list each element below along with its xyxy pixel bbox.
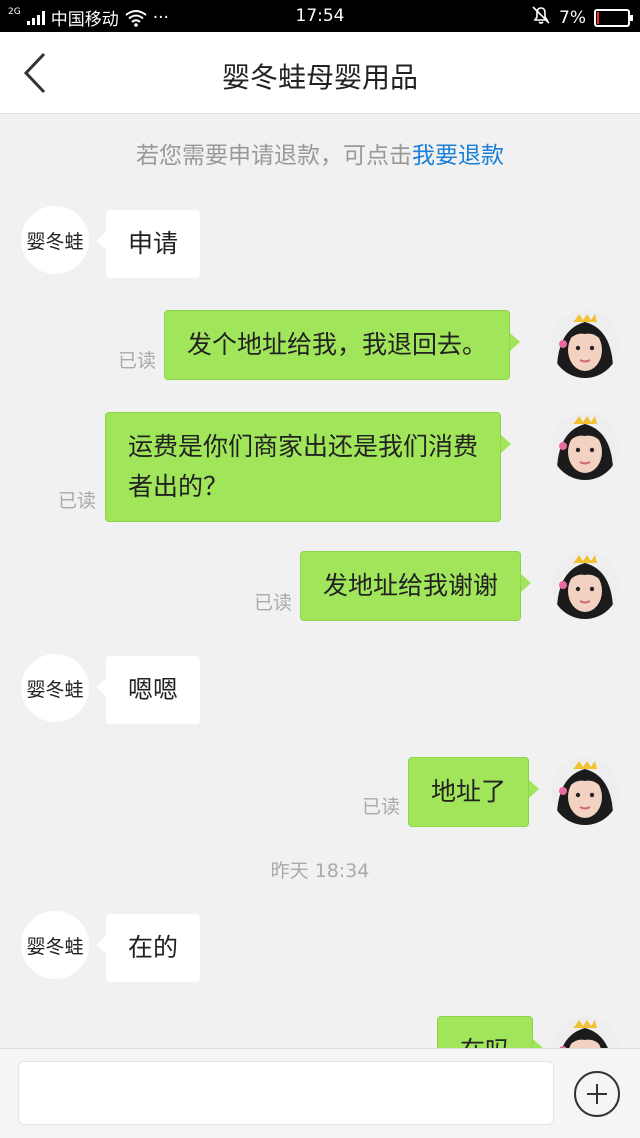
message-list[interactable]: 若您需要申请退款，可点击我要退款 婴冬蛙 申请 已读 发个地址给我，我退回去。 … — [0, 114, 640, 1048]
battery-icon — [594, 8, 633, 27]
user-face-icon — [551, 412, 619, 480]
chat-header: 婴冬蛙母婴用品 — [0, 32, 640, 114]
outgoing-message[interactable]: 发个地址给我，我退回去。 — [164, 310, 521, 380]
message-input[interactable] — [18, 1061, 554, 1125]
page-title: 婴冬蛙母婴用品 — [221, 61, 418, 94]
message-line: 者出的？ — [128, 472, 229, 501]
mute-bell-icon — [531, 5, 551, 30]
user-avatar[interactable] — [551, 757, 619, 825]
user-face-icon — [551, 551, 619, 619]
outgoing-message[interactable]: 在吗 — [437, 1016, 544, 1048]
user-face-icon — [551, 1016, 619, 1048]
outgoing-message[interactable]: 地址了 — [408, 757, 540, 827]
input-bar — [0, 1048, 640, 1138]
outgoing-message[interactable]: 运费是你们商家出还是我们消费 者出的？ — [105, 412, 512, 522]
status-bar: 2G 中国移动 ··· 17:54 7% — [0, 0, 640, 32]
user-face-icon — [551, 757, 619, 825]
outgoing-message[interactable]: 发地址给我谢谢 — [300, 551, 532, 621]
read-receipt: 已读 — [118, 350, 157, 372]
read-receipt: 已读 — [58, 490, 97, 512]
incoming-message[interactable]: 在的 — [95, 914, 201, 982]
user-avatar[interactable] — [551, 1016, 619, 1048]
incoming-message[interactable]: 嗯嗯 — [95, 656, 201, 724]
refund-notice: 若您需要申请退款，可点击我要退款 — [0, 136, 640, 170]
user-avatar[interactable] — [551, 310, 619, 378]
battery-percent: 7% — [559, 7, 586, 28]
message-timestamp: 昨天 18:34 — [270, 860, 370, 882]
incoming-message[interactable]: 申请 — [95, 210, 201, 278]
shop-avatar[interactable]: 婴冬蛙 — [21, 654, 89, 722]
user-face-icon — [551, 310, 619, 378]
shop-avatar[interactable]: 婴冬蛙 — [21, 911, 89, 979]
message-line: 运费是你们商家出还是我们消费 — [128, 432, 479, 461]
refund-link[interactable]: 我要退款 — [412, 143, 504, 169]
user-avatar[interactable] — [551, 412, 619, 480]
shop-avatar[interactable]: 婴冬蛙 — [21, 206, 89, 274]
user-avatar[interactable] — [551, 551, 619, 619]
battery-level — [597, 11, 599, 24]
read-receipt: 已读 — [254, 592, 293, 614]
read-receipt: 已读 — [362, 796, 401, 818]
refund-notice-text: 若您需要申请退款，可点击 — [136, 143, 412, 169]
plus-circle-icon[interactable] — [574, 1071, 620, 1117]
